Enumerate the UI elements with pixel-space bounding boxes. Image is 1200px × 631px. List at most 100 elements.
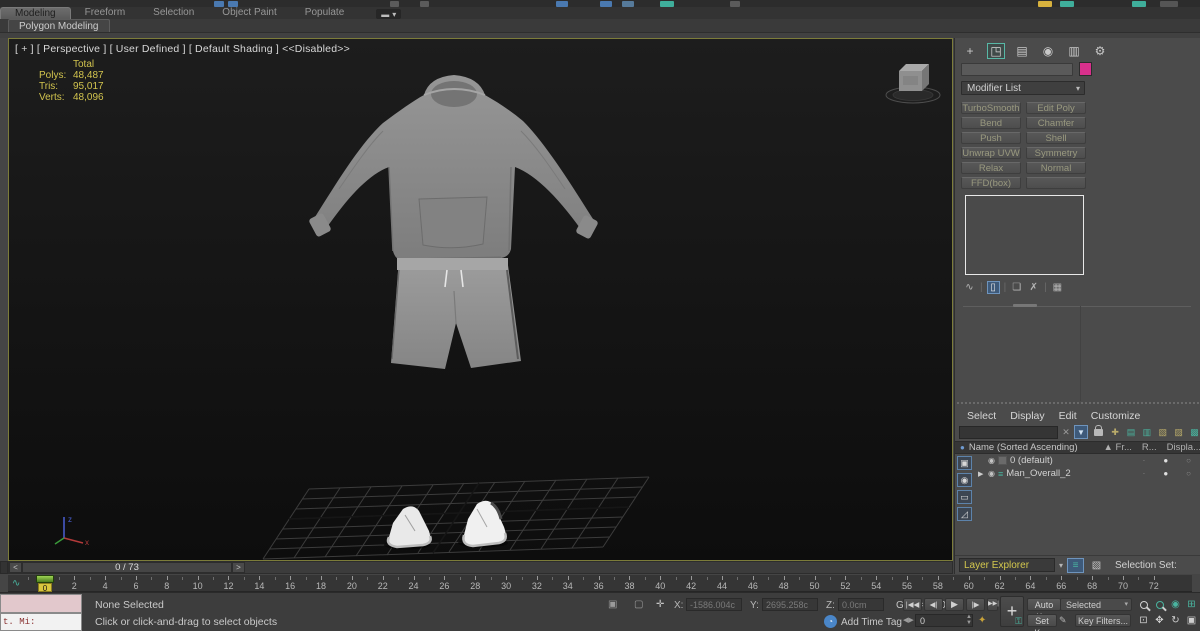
modifier-button[interactable]: Edit Poly — [1026, 102, 1086, 114]
key-filters-button[interactable]: Key Filters... — [1075, 614, 1131, 627]
containers-icon[interactable]: ▧ — [1156, 427, 1169, 438]
display-cameras-icon[interactable]: ▭ — [957, 490, 972, 504]
modifier-button[interactable]: Symmetry — [1026, 147, 1086, 159]
key-filter-icon[interactable]: ✎ — [1059, 615, 1067, 626]
object-name[interactable]: Man_Overall_2 — [1006, 468, 1070, 479]
polygon-modeling-panel-tab[interactable]: Polygon Modeling — [8, 19, 110, 32]
absolute-mode-icon[interactable]: ✛ — [656, 599, 664, 610]
display-helpers-icon[interactable]: ◿ — [957, 507, 972, 521]
next-frame-button[interactable]: > — [232, 562, 245, 573]
display-lights-icon[interactable]: ◉ — [957, 473, 972, 487]
viewport-label[interactable]: [ + ] [ Perspective ] [ User Defined ] [… — [15, 43, 350, 55]
hierarchy-tab-icon[interactable]: ▤ — [1013, 43, 1031, 59]
time-tag-icon[interactable]: ◔ — [824, 615, 837, 628]
auto-key-button[interactable]: Auto Key — [1027, 598, 1061, 622]
modifier-button[interactable]: Push — [961, 132, 1021, 144]
modifier-button[interactable] — [1026, 177, 1086, 189]
set-keys-button[interactable]: + ⚿ — [1000, 596, 1024, 627]
show-end-result-icon[interactable]: ▯ — [986, 281, 1000, 294]
display-column-header[interactable]: Displa... — [1167, 442, 1200, 453]
zoom-extents-icon[interactable]: ◉ — [1168, 597, 1183, 612]
object-color-swatch[interactable] — [1079, 62, 1092, 76]
utilities-tab-icon[interactable]: ⚙ — [1091, 43, 1109, 59]
clear-search-icon[interactable]: ✕ — [1061, 427, 1071, 438]
renderable-icon[interactable]: ● — [1163, 469, 1168, 478]
remove-modifier-icon[interactable]: ✗ — [1027, 282, 1040, 293]
maximize-viewport-icon[interactable]: ▣ — [1184, 613, 1199, 628]
pin-stack-icon[interactable]: ∿ — [963, 282, 976, 293]
modifier-list-dropdown[interactable]: Modifier List ▾ — [961, 81, 1085, 95]
previous-frame-button[interactable]: < — [9, 562, 22, 573]
modifier-button[interactable]: Normal — [1026, 162, 1086, 174]
perspective-viewport[interactable]: [ + ] [ Perspective ] [ User Defined ] [… — [8, 38, 953, 561]
listener-macro-pane[interactable] — [0, 594, 82, 613]
display-objects-icon[interactable]: ▣ — [957, 456, 972, 470]
y-coordinate-field[interactable]: 2695.258c — [762, 598, 818, 611]
children-icon[interactable]: ▩ — [1188, 427, 1200, 438]
go-to-start-button[interactable]: |◀◀ — [903, 598, 922, 611]
z-coordinate-field[interactable]: 0.0cm — [838, 598, 884, 611]
selection-set-dropdown[interactable]: Selected ▾ — [1060, 598, 1132, 611]
add-time-tag-label[interactable]: Add Time Tag — [841, 617, 902, 628]
previous-key-button[interactable]: ◀| — [924, 598, 943, 611]
display-toggle-icon[interactable]: ○ — [1186, 456, 1191, 465]
motion-tab-icon[interactable]: ◉ — [1039, 43, 1057, 59]
frame-spinner[interactable]: ▲ ▼ — [965, 614, 973, 627]
eye-icon[interactable]: ◉ — [988, 456, 995, 465]
modifier-button[interactable]: Bend — [961, 117, 1021, 129]
modifier-button[interactable]: Relax — [961, 162, 1021, 174]
groups-icon[interactable]: ▥ — [1141, 427, 1154, 438]
pan-icon[interactable]: ✥ — [1152, 613, 1167, 628]
modifier-button[interactable]: FFD(box) — [961, 177, 1021, 189]
modifier-button[interactable]: Unwrap UVW — [961, 147, 1021, 159]
menu-item[interactable]: Customize — [1091, 410, 1141, 423]
rollout-grip[interactable] — [1013, 304, 1037, 307]
x-coordinate-field[interactable]: -1586.004c — [686, 598, 742, 611]
layer-view-button[interactable]: ≡ — [1067, 557, 1085, 573]
layer-row[interactable]: ◉ 0 (default) · ● ○ — [974, 454, 1200, 467]
next-key-button[interactable]: |▶ — [966, 598, 985, 611]
expand-icon[interactable]: ▶ — [978, 470, 985, 478]
ribbon-tab-populate[interactable]: Populate — [291, 7, 358, 19]
listener-script-pane[interactable]: t. Mi: — [0, 613, 82, 631]
renderable-icon[interactable]: ● — [1163, 456, 1168, 465]
frozen-toggle-icon[interactable]: · — [1143, 469, 1146, 478]
key-mode-icon[interactable]: ✦ — [978, 615, 986, 626]
time-slider-handle[interactable]: 0 — [35, 575, 55, 593]
ribbon-tab-selection[interactable]: Selection — [139, 7, 208, 19]
chevron-down-icon[interactable]: ▾ — [1059, 561, 1063, 570]
filter-funnel-icon[interactable]: ▼ — [1073, 425, 1088, 439]
go-to-end-button[interactable]: ▶▶| — [987, 598, 999, 611]
object-row[interactable]: ▶ ◉ ≡ Man_Overall_2 · ● ○ — [974, 467, 1200, 480]
time-slider[interactable]: < 0 / 73 > — [8, 561, 953, 574]
configure-modifier-sets-icon[interactable]: ▦ — [1051, 282, 1064, 293]
frozen-toggle-icon[interactable]: · — [1143, 456, 1146, 465]
hierarchy-view-button[interactable]: ▧ — [1088, 558, 1105, 573]
zoom-extents-all-icon[interactable]: ⊞ — [1184, 597, 1199, 612]
lock-icon[interactable] — [1093, 424, 1103, 436]
ribbon-tab-freeform[interactable]: Freeform — [71, 7, 140, 19]
modifier-button[interactable]: Shell — [1026, 132, 1086, 144]
play-button[interactable]: ▶ — [945, 598, 964, 611]
layers-icon[interactable]: ▤ — [1125, 427, 1138, 438]
zoom-all-icon[interactable] — [1152, 597, 1167, 612]
viewcube[interactable] — [882, 57, 944, 105]
ribbon-display-toggle-button[interactable]: ▬ ▾ — [376, 9, 402, 19]
zoom-region-icon[interactable]: ⊡ — [1136, 613, 1151, 628]
isolate-selection-icon[interactable]: ▣ — [608, 599, 617, 610]
zoom-icon[interactable] — [1136, 597, 1151, 612]
render-column-header[interactable]: R... — [1142, 442, 1157, 453]
explorer-mode-dropdown[interactable]: Layer Explorer — [959, 558, 1055, 572]
modify-tab-icon[interactable]: ◳ — [987, 43, 1005, 59]
menu-item[interactable]: Display — [1010, 410, 1044, 423]
track-bar[interactable]: ∿ 02468101214161820222426283032343638404… — [8, 574, 1192, 593]
display-tab-icon[interactable]: ▥ — [1065, 43, 1083, 59]
modifier-button[interactable]: TurboSmooth — [961, 102, 1021, 114]
mini-curve-editor-icon[interactable]: ∿ — [12, 578, 20, 589]
modifier-stack-box[interactable] — [965, 195, 1084, 275]
object-name-field[interactable] — [961, 63, 1073, 76]
make-unique-icon[interactable]: ❏ — [1010, 282, 1023, 293]
create-tab-icon[interactable]: + — [961, 43, 979, 59]
maxscript-mini-listener[interactable]: t. Mi: — [0, 594, 82, 631]
frozen-column-header[interactable]: ▲ Fr... — [1103, 442, 1131, 453]
